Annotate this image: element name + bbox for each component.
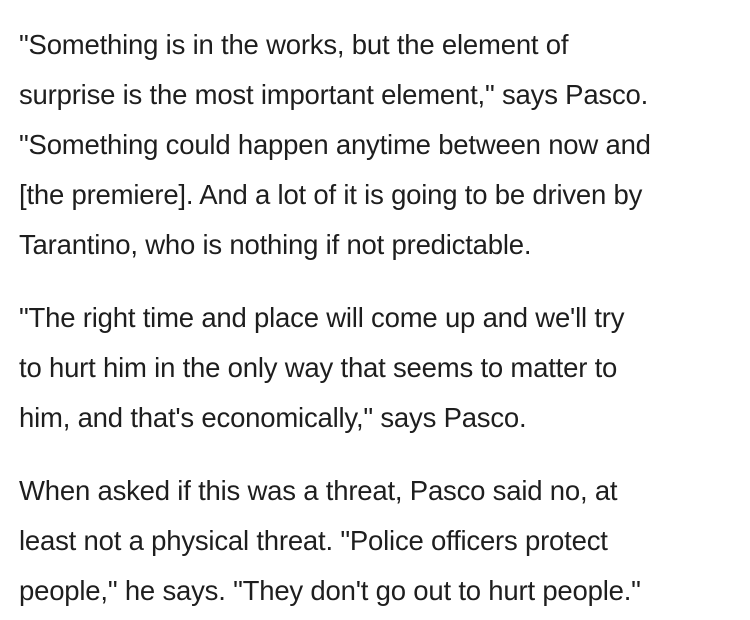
paragraph-line: [the premiere]. And a lot of it is going… [19, 179, 643, 210]
paragraph-line: "Something could happen anytime between … [19, 129, 651, 160]
paragraph-line: least not a physical threat. "Police off… [19, 525, 608, 556]
paragraph-3: When asked if this was a threat, Pasco s… [19, 466, 734, 616]
paragraph-line: "The right time and place will come up a… [19, 302, 625, 333]
paragraph-1: "Something is in the works, but the elem… [19, 20, 734, 270]
paragraph-line: When asked if this was a threat, Pasco s… [19, 475, 618, 506]
paragraph-line: "Something is in the works, but the elem… [19, 29, 569, 60]
paragraph-2: "The right time and place will come up a… [19, 293, 734, 443]
paragraph-line: people," he says. "They don't go out to … [19, 575, 641, 606]
paragraph-line: to hurt him in the only way that seems t… [19, 352, 618, 383]
paragraph-line: surprise is the most important element,"… [19, 79, 649, 110]
paragraph-line: him, and that's economically," says Pasc… [19, 402, 527, 433]
paragraph-line: Tarantino, who is nothing if not predict… [19, 229, 532, 260]
article-body: "Something is in the works, but the elem… [19, 20, 734, 616]
